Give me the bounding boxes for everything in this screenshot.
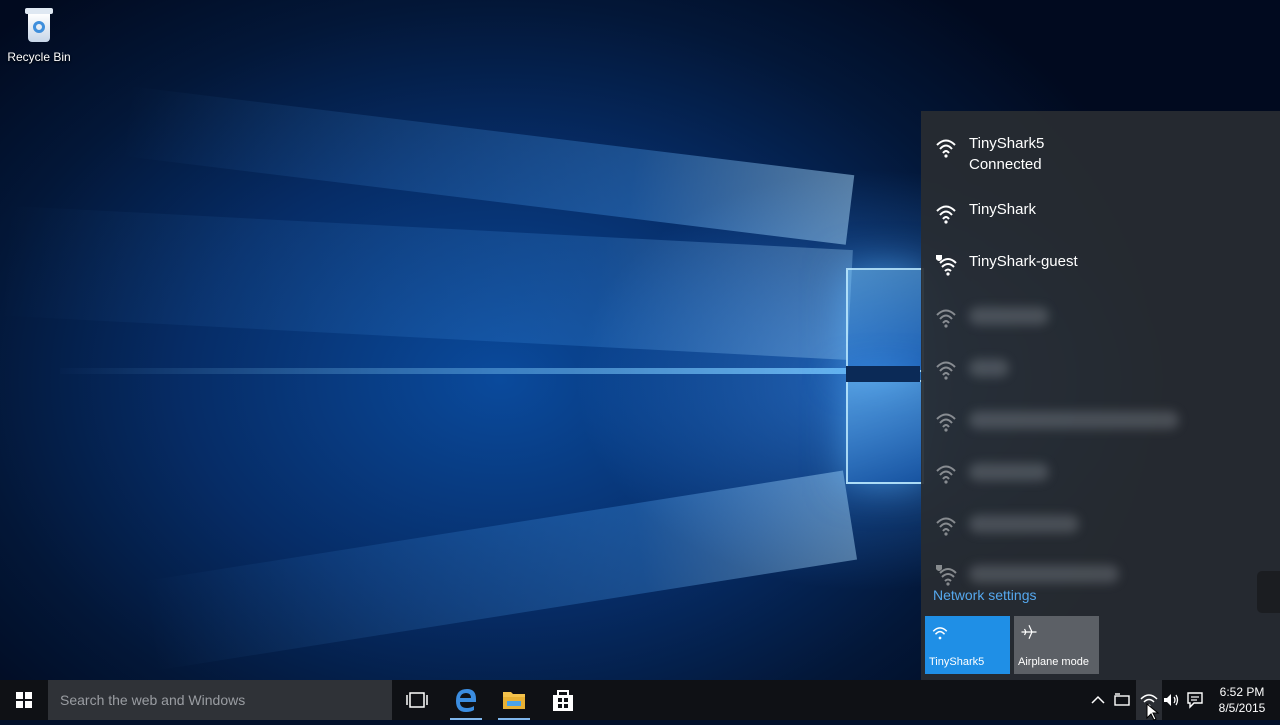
- network-status: Connected: [969, 156, 1042, 173]
- obscured-network-name: [969, 307, 1049, 325]
- taskbar: Search the web and Windows 6:52 PM 8/5/2…: [0, 680, 1280, 720]
- obscured-network-name: [969, 515, 1079, 533]
- windows-logo-pane: [846, 380, 924, 484]
- airplane-icon: [1021, 625, 1037, 639]
- edge-browser-icon: [456, 689, 476, 712]
- folder-icon: [503, 692, 525, 709]
- wifi-icon: [936, 361, 956, 380]
- network-item-obscured[interactable]: [921, 395, 1280, 447]
- obscured-network-name: [969, 463, 1049, 481]
- wifi-icon: [936, 413, 956, 432]
- windows-logo-pane: [846, 268, 924, 372]
- quick-action-wifi[interactable]: TinyShark5: [925, 616, 1010, 674]
- wifi-icon: [936, 465, 956, 484]
- recycle-bin-icon: [23, 6, 55, 44]
- network-item-obscured[interactable]: [921, 447, 1280, 499]
- network-name: TinyShark5: [969, 135, 1045, 152]
- search-placeholder: Search the web and Windows: [60, 692, 246, 708]
- network-item-tinyshark-guest[interactable]: TinyShark-guest: [921, 239, 1280, 291]
- recycle-bin-shortcut[interactable]: Recycle Bin: [4, 6, 74, 64]
- network-name: TinyShark: [969, 201, 1036, 218]
- clock-time: 6:52 PM: [1219, 685, 1265, 699]
- task-view-icon: [406, 692, 428, 708]
- network-item-obscured[interactable]: [921, 499, 1280, 551]
- wifi-icon: [932, 627, 948, 640]
- taskbar-clock[interactable]: 6:52 PM 8/5/2015: [1212, 684, 1272, 716]
- quick-action-airplane-mode[interactable]: Airplane mode: [1014, 616, 1099, 674]
- network-item-tinyshark5[interactable]: TinyShark5 Connected: [921, 121, 1280, 173]
- wifi-secured-icon: [936, 205, 956, 224]
- store-bag-icon: [553, 690, 573, 711]
- obscured-network-name: [969, 359, 1009, 377]
- volume-icon[interactable]: [1161, 690, 1181, 710]
- quick-action-label: Airplane mode: [1018, 656, 1089, 668]
- taskbar-edge-button[interactable]: [442, 680, 490, 720]
- mouse-cursor-icon: [1146, 703, 1160, 721]
- network-item-obscured[interactable]: [921, 291, 1280, 343]
- obscured-network-name: [969, 411, 1179, 429]
- search-box[interactable]: Search the web and Windows: [48, 680, 392, 720]
- wifi-secured-icon: [936, 139, 956, 158]
- windows-logo-icon: [16, 692, 32, 708]
- network-name: TinyShark-guest: [969, 253, 1078, 270]
- obscured-network-name: [969, 565, 1119, 583]
- show-hidden-icons-chevron-icon[interactable]: [1088, 690, 1108, 710]
- clock-date: 8/5/2015: [1218, 701, 1266, 715]
- wifi-open-shield-icon: [936, 565, 957, 586]
- start-button[interactable]: [0, 680, 48, 720]
- action-center-icon[interactable]: [1185, 690, 1205, 710]
- wifi-open-shield-icon: [936, 255, 957, 276]
- network-settings-link[interactable]: Network settings: [933, 587, 1036, 603]
- network-item-obscured[interactable]: [921, 343, 1280, 395]
- network-item-tinyshark[interactable]: TinyShark: [921, 187, 1280, 239]
- side-panel-tab: [1257, 571, 1280, 613]
- taskbar-store-button[interactable]: [539, 680, 587, 720]
- task-view-button[interactable]: [393, 680, 441, 720]
- wifi-icon: [936, 517, 956, 536]
- quick-action-label: TinyShark5: [929, 656, 985, 668]
- network-flyout: TinyShark5 Connected TinyShark TinyShark…: [921, 111, 1280, 680]
- wifi-icon: [936, 309, 956, 328]
- tablet-mode-icon[interactable]: [1112, 690, 1132, 710]
- taskbar-file-explorer-button[interactable]: [490, 680, 538, 720]
- recycle-bin-label: Recycle Bin: [7, 50, 71, 64]
